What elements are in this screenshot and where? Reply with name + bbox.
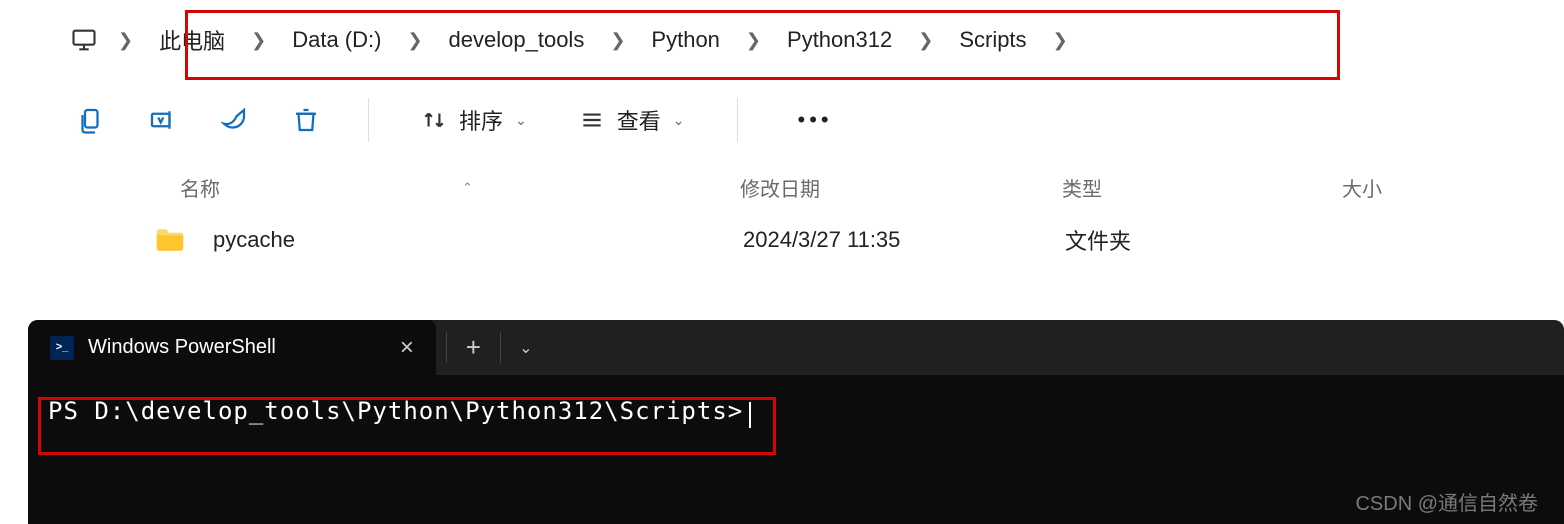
- breadcrumb-item-0[interactable]: 此电脑: [151, 20, 233, 60]
- computer-icon[interactable]: [68, 24, 100, 56]
- file-name: pycache: [213, 227, 743, 253]
- breadcrumb: ❯ 此电脑 ❯ Data (D:) ❯ develop_tools ❯ Pyth…: [0, 0, 1564, 80]
- column-headers: 名称⌃ 修改日期 类型 大小: [0, 160, 1564, 215]
- view-button[interactable]: 查看 ⌄: [567, 98, 697, 142]
- chevron-down-icon: ⌄: [673, 112, 685, 129]
- chevron-right-icon: ❯: [746, 30, 761, 51]
- breadcrumb-item-4[interactable]: Python312: [779, 23, 900, 57]
- breadcrumb-item-2[interactable]: develop_tools: [441, 23, 593, 57]
- terminal-window: Windows PowerShell × + ⌄ PS D:\develop_t…: [28, 320, 1564, 524]
- powershell-icon: [50, 336, 74, 360]
- breadcrumb-item-1[interactable]: Data (D:): [284, 23, 389, 57]
- more-button[interactable]: •••: [778, 107, 853, 133]
- copy-icon[interactable]: [68, 98, 112, 142]
- tab-dropdown-button[interactable]: ⌄: [501, 338, 551, 358]
- rename-icon[interactable]: [140, 98, 184, 142]
- breadcrumb-item-5[interactable]: Scripts: [951, 23, 1034, 57]
- terminal-body[interactable]: PS D:\develop_tools\Python\Python312\Scr…: [28, 375, 1564, 450]
- chevron-right-icon: ❯: [118, 30, 133, 51]
- cursor: [749, 402, 751, 428]
- sort-indicator-icon: ⌃: [462, 180, 473, 196]
- table-row[interactable]: pycache 2024/3/27 11:35 文件夹: [0, 215, 1564, 265]
- separator: [737, 98, 738, 142]
- terminal-tab-bar: Windows PowerShell × + ⌄: [28, 320, 1564, 375]
- chevron-right-icon: ❯: [918, 30, 933, 51]
- chevron-right-icon: ❯: [610, 30, 625, 51]
- delete-icon[interactable]: [284, 98, 328, 142]
- folder-icon: [155, 228, 185, 252]
- column-name[interactable]: 名称⌃: [180, 173, 740, 202]
- watermark: CSDN @通信自然卷: [1355, 487, 1538, 516]
- tab-title: Windows PowerShell: [88, 336, 276, 359]
- breadcrumb-item-3[interactable]: Python: [643, 23, 728, 57]
- column-size[interactable]: 大小: [1342, 173, 1564, 202]
- new-tab-button[interactable]: +: [446, 332, 501, 362]
- view-label: 查看: [617, 104, 661, 136]
- close-icon[interactable]: ×: [400, 334, 414, 362]
- toolbar: 排序 ⌄ 查看 ⌄ •••: [0, 80, 1564, 160]
- terminal-tab[interactable]: Windows PowerShell ×: [28, 320, 436, 375]
- column-type[interactable]: 类型: [1062, 173, 1342, 202]
- terminal-prompt: PS D:\develop_tools\Python\Python312\Scr…: [48, 397, 743, 425]
- file-type: 文件夹: [1065, 224, 1345, 256]
- chevron-right-icon: ❯: [1053, 30, 1068, 51]
- sort-label: 排序: [459, 104, 503, 136]
- column-date[interactable]: 修改日期: [740, 173, 1062, 202]
- separator: [368, 98, 369, 142]
- sort-button[interactable]: 排序 ⌄: [409, 98, 539, 142]
- file-date: 2024/3/27 11:35: [743, 227, 1065, 253]
- chevron-down-icon: ⌄: [515, 112, 527, 129]
- chevron-right-icon: ❯: [407, 30, 422, 51]
- share-icon[interactable]: [212, 98, 256, 142]
- chevron-right-icon: ❯: [251, 30, 266, 51]
